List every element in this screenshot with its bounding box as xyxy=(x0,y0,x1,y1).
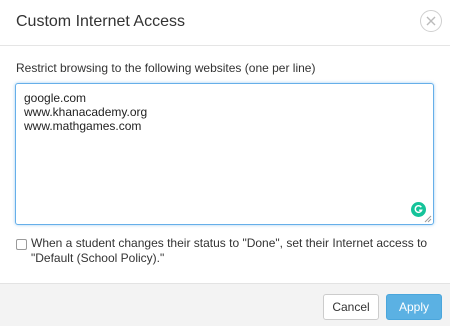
done-status-checkbox[interactable] xyxy=(16,239,27,250)
done-status-checkbox-label: When a student changes their status to "… xyxy=(31,236,428,265)
dialog-title: Custom Internet Access xyxy=(16,13,185,30)
resize-handle-icon[interactable] xyxy=(424,215,432,223)
website-line: www.mathgames.com xyxy=(24,119,142,133)
website-line: google.com xyxy=(24,91,87,105)
websites-textarea[interactable]: google.com www.khanacademy.org www.mathg… xyxy=(15,83,434,225)
dialog-header: Custom Internet Access xyxy=(0,0,450,46)
dialog-footer: Cancel Apply xyxy=(0,283,450,326)
website-line: www.khanacademy.org xyxy=(24,105,148,119)
close-button[interactable] xyxy=(420,10,442,32)
custom-internet-access-dialog: Custom Internet Access Restrict browsing… xyxy=(0,0,450,326)
apply-button[interactable]: Apply xyxy=(386,294,442,320)
websites-list: google.com www.khanacademy.org www.mathg… xyxy=(24,91,147,133)
instruction-label: Restrict browsing to the following websi… xyxy=(16,61,316,75)
cancel-button[interactable]: Cancel xyxy=(323,294,379,320)
close-icon xyxy=(426,16,436,26)
